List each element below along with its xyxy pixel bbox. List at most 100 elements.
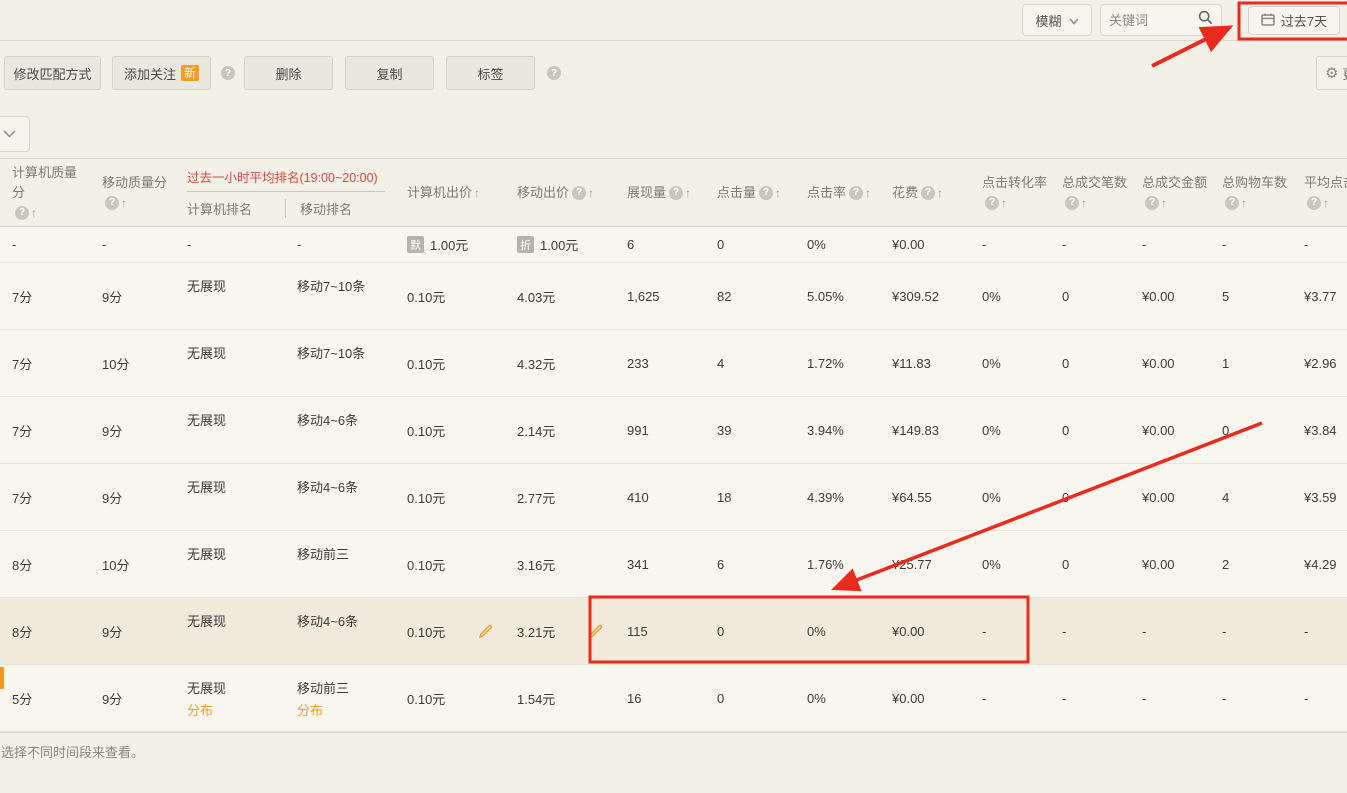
sort-arrow-icon[interactable]: ↑ xyxy=(685,183,691,203)
sort-arrow-icon[interactable]: ↑ xyxy=(31,203,37,223)
cell-mobile-quality: 9分 xyxy=(90,598,175,664)
help-icon[interactable]: ? xyxy=(221,66,235,80)
header-orders[interactable]: 总成交笔数?↑ xyxy=(1050,159,1130,226)
cell-pc-rank: 无展现 xyxy=(175,397,285,463)
copy-button[interactable]: 复制 xyxy=(345,56,434,90)
header-avg-click-cost[interactable]: 平均点击费?↑ xyxy=(1292,159,1347,226)
cell-cost: ¥11.83 xyxy=(880,330,970,396)
bid-type-badge: 折 xyxy=(517,236,534,253)
cell-carts: 2 xyxy=(1210,531,1292,597)
pc-rank-value: 无展现 xyxy=(187,477,226,499)
edit-pencil-icon[interactable] xyxy=(479,624,493,638)
sort-arrow-icon[interactable]: ↑ xyxy=(1001,193,1007,213)
header-carts[interactable]: 总购物车数?↑ xyxy=(1210,159,1292,226)
header-mobile-rank[interactable]: 移动排名 xyxy=(285,199,395,218)
search-icon[interactable] xyxy=(1198,10,1213,30)
edit-pencil-icon[interactable] xyxy=(589,624,603,638)
clicks-value: 18 xyxy=(717,490,731,505)
cell-pc-rank: 无展现 xyxy=(175,531,285,597)
modify-match-button[interactable]: 修改匹配方式 xyxy=(4,56,101,90)
help-icon[interactable]: ? xyxy=(547,66,561,80)
cell-revenue: ¥0.00 xyxy=(1130,330,1210,396)
cvr-value: 0% xyxy=(982,356,1001,371)
header-cost[interactable]: 花费?↑ xyxy=(880,159,970,226)
mobile-rank-value: - xyxy=(297,234,301,256)
cvr-value: 0% xyxy=(982,289,1001,304)
date-range-label: 过去7天 xyxy=(1281,11,1327,30)
header-cvr[interactable]: 点击转化率?↑ xyxy=(970,159,1050,226)
sort-arrow-icon[interactable]: ↑ xyxy=(937,183,943,203)
impressions-value: 115 xyxy=(627,624,648,639)
header-revenue[interactable]: 总成交金额?↑ xyxy=(1130,159,1210,226)
help-icon[interactable]: ? xyxy=(985,196,999,210)
ctr-value: 5.05% xyxy=(807,289,844,304)
keyword-search-input[interactable] xyxy=(1109,13,1198,28)
pc-quality-value: 8分 xyxy=(12,555,32,574)
help-icon[interactable]: ? xyxy=(15,206,29,220)
header-mobile-quality[interactable]: 移动质量分?↑ xyxy=(90,159,175,226)
topbar: 模糊 过去7天 xyxy=(0,0,1347,41)
help-icon[interactable]: ? xyxy=(921,186,935,200)
add-watch-button[interactable]: 添加关注 新 xyxy=(112,56,211,90)
cell-mobile-bid: 2.77元 xyxy=(505,464,615,530)
cell-orders: 0 xyxy=(1050,531,1130,597)
cell-mobile-quality: - xyxy=(90,227,175,262)
more-settings-button[interactable]: ⚙ 更 xyxy=(1316,56,1347,90)
cell-revenue: ¥0.00 xyxy=(1130,263,1210,329)
add-watch-label: 添加关注 xyxy=(124,64,176,83)
cell-mobile-rank: 移动4~6条 xyxy=(285,598,395,664)
cell-pc-quality: 5分 xyxy=(0,665,90,731)
pc-rank-value: 无展现 xyxy=(187,276,226,298)
sort-arrow-icon[interactable]: ↑ xyxy=(1323,193,1329,213)
keyword-search-box[interactable] xyxy=(1100,4,1222,36)
cell-avg-click-cost: - xyxy=(1292,598,1347,664)
sort-arrow-icon[interactable]: ↑ xyxy=(775,183,781,203)
distribution-link[interactable]: 分布 xyxy=(297,700,323,722)
sort-arrow-icon[interactable]: ↑ xyxy=(588,183,594,203)
keyword-table: 计算机质量分?↑ 移动质量分?↑ 过去一小时平均排名(19:00~20:00) … xyxy=(0,159,1347,732)
cell-pc-rank: 无展现 xyxy=(175,330,285,396)
help-icon[interactable]: ? xyxy=(1065,196,1079,210)
help-icon[interactable]: ? xyxy=(1145,196,1159,210)
cell-cost: ¥309.52 xyxy=(880,263,970,329)
cell-orders: 0 xyxy=(1050,397,1130,463)
header-impressions[interactable]: 展现量?↑ xyxy=(615,159,705,226)
cell-cvr: 0% xyxy=(970,464,1050,530)
mobile-quality-value: 9分 xyxy=(102,287,122,306)
help-icon[interactable]: ? xyxy=(1225,196,1239,210)
delete-button[interactable]: 删除 xyxy=(244,56,333,90)
pc-bid-value: 1.00元 xyxy=(430,235,468,254)
help-icon[interactable]: ? xyxy=(669,186,683,200)
header-ctr[interactable]: 点击率?↑ xyxy=(795,159,880,226)
gear-icon: ⚙ xyxy=(1325,64,1338,82)
cell-pc-bid: 0.10元 xyxy=(395,598,505,664)
sort-arrow-icon[interactable]: ↑ xyxy=(1081,193,1087,213)
cell-impressions: 6 xyxy=(615,227,705,262)
cell-ctr: 4.39% xyxy=(795,464,880,530)
header-mobile-bid[interactable]: 移动出价?↑ xyxy=(505,159,615,226)
sort-arrow-icon[interactable]: ↑ xyxy=(1161,193,1167,213)
help-icon[interactable]: ? xyxy=(759,186,773,200)
header-clicks[interactable]: 点击量?↑ xyxy=(705,159,795,226)
sort-arrow-icon[interactable]: ↑ xyxy=(865,183,871,203)
collapse-panel-button[interactable] xyxy=(0,116,30,152)
distribution-link[interactable]: 分布 xyxy=(187,700,213,722)
help-icon[interactable]: ? xyxy=(1307,196,1321,210)
fuzzy-match-dropdown[interactable]: 模糊 xyxy=(1022,4,1092,36)
cell-cost: ¥0.00 xyxy=(880,665,970,731)
help-icon[interactable]: ? xyxy=(572,186,586,200)
tag-button[interactable]: 标签 xyxy=(446,56,535,90)
cost-value: ¥64.55 xyxy=(892,490,932,505)
header-pc-rank[interactable]: 计算机排名 xyxy=(187,199,285,218)
table-row: 7分9分无展现移动4~6条0.10元2.14元991393.94%¥149.83… xyxy=(0,397,1347,464)
sort-arrow-icon[interactable]: ↑ xyxy=(1241,193,1247,213)
header-pc-quality[interactable]: 计算机质量分?↑ xyxy=(0,159,90,226)
date-range-button[interactable]: 过去7天 xyxy=(1248,6,1340,35)
sort-arrow-icon[interactable]: ↑ xyxy=(121,193,127,213)
header-pc-bid[interactable]: 计算机出价↑ xyxy=(395,159,505,226)
cell-mobile-quality: 9分 xyxy=(90,263,175,329)
sort-arrow-icon[interactable]: ↑ xyxy=(474,183,480,203)
help-icon[interactable]: ? xyxy=(849,186,863,200)
help-icon[interactable]: ? xyxy=(105,196,119,210)
cell-pc-bid: 0.10元 xyxy=(395,397,505,463)
